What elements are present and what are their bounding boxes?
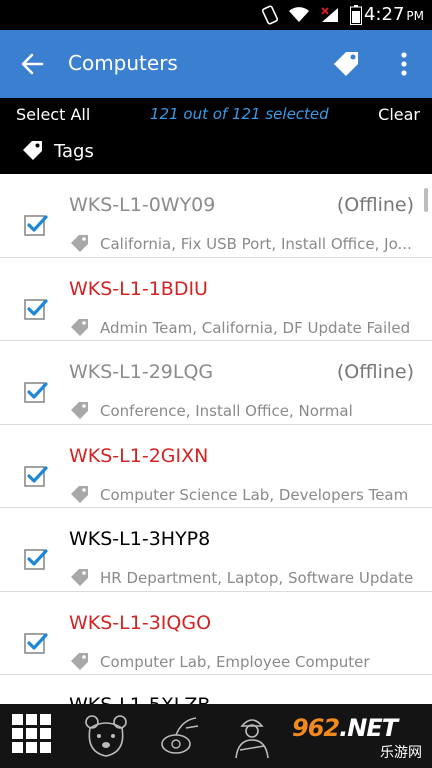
- computer-name: WKS-L1-29LQG: [69, 361, 214, 383]
- tag-icon: [334, 52, 358, 76]
- page-title: Computers: [68, 51, 178, 75]
- watermark-brand: 962.NET: [292, 714, 398, 742]
- watermark-brand-suffix: .NET: [339, 714, 398, 742]
- tag-list: Computer Science Lab, Developers Team: [100, 485, 409, 504]
- computer-tags: HR Department, Laptop, Software Update: [70, 568, 415, 588]
- checkbox-checked-icon: [24, 298, 48, 320]
- arrow-left-icon: [21, 53, 44, 75]
- row-checkbox[interactable]: [24, 632, 48, 656]
- selection-count: 121 out of 121 selected: [150, 105, 329, 123]
- rotate-phone-icon: [262, 5, 278, 25]
- tuba-icon: [161, 717, 199, 754]
- tag-icon: [23, 141, 42, 160]
- tag-list: California, Fix USB Port, Install Office…: [100, 235, 412, 253]
- clear-button[interactable]: Clear: [378, 105, 420, 124]
- partial-row-name: WKS-L1-5XLZB: [69, 694, 210, 704]
- tag-icon: [71, 318, 88, 336]
- computer-tags: Conference, Install Office, Normal: [70, 401, 415, 421]
- checkbox-checked-icon: [24, 632, 48, 654]
- nav-worker[interactable]: [228, 712, 276, 760]
- computer-tags: Computer Science Lab, Developers Team: [70, 485, 415, 505]
- tag-icon: [71, 569, 88, 586]
- computer-tags: Admin Team, California, DF Update Failed: [70, 318, 415, 338]
- worker-icon: [235, 719, 269, 759]
- clock-ampm: PM: [406, 9, 424, 23]
- grid-icon: [12, 714, 51, 753]
- computer-tags: Computer Lab, Employee Computer: [70, 652, 415, 672]
- computer-name: WKS-L1-0WY09: [69, 194, 216, 216]
- nav-bear[interactable]: [82, 712, 130, 760]
- tags-button[interactable]: Tags: [22, 140, 94, 162]
- checkbox-checked-icon: [24, 549, 48, 570]
- computer-name: WKS-L1-2GIXN: [69, 444, 209, 467]
- status-bar: 4:27 PM: [0, 0, 432, 30]
- list-item[interactable]: WKS-L1-3IQGO Computer Lab, Employee Comp…: [0, 592, 432, 675]
- back-button[interactable]: [16, 48, 52, 80]
- status-icons: [262, 5, 362, 25]
- signal-icon: [321, 7, 338, 22]
- tag-list: Computer Lab, Employee Computer: [100, 652, 370, 671]
- tag-icon: [71, 485, 88, 503]
- row-checkbox[interactable]: [24, 465, 48, 489]
- list-item[interactable]: WKS-L1-29LQG (Offline) Conference, Insta…: [0, 341, 432, 425]
- computer-status: (Offline): [336, 194, 414, 216]
- tag-list: HR Department, Laptop, Software Update: [100, 569, 414, 587]
- tag-icon: [71, 402, 88, 419]
- computer-status: (Offline): [336, 361, 414, 383]
- tags-label: Tags: [54, 140, 94, 162]
- list-item[interactable]: WKS-L1-1BDIU Admin Team, California, DF …: [0, 258, 432, 341]
- tag-list: Conference, Install Office, Normal: [100, 402, 353, 420]
- app-bar: Computers: [0, 30, 432, 98]
- watermark-logo: 962.NET 乐游网: [292, 714, 426, 762]
- computer-list[interactable]: WKS-L1-0WY09 (Offline) California, Fix U…: [0, 174, 432, 704]
- clock-time: 4:27: [363, 4, 405, 25]
- scrollbar-thumb[interactable]: [424, 188, 428, 212]
- computer-name: WKS-L1-3IQGO: [69, 611, 212, 634]
- checkbox-checked-icon: [24, 215, 48, 236]
- computer-tags: California, Fix USB Port, Install Office…: [70, 234, 415, 254]
- computer-name: WKS-L1-3HYP8: [69, 528, 211, 550]
- list-item[interactable]: WKS-L1-0WY09 (Offline) California, Fix U…: [0, 174, 432, 258]
- more-options-button[interactable]: [392, 48, 416, 80]
- bear-icon: [85, 715, 127, 757]
- more-vert-icon: [401, 52, 407, 76]
- clock: 4:27 PM: [364, 4, 424, 25]
- nav-instrument[interactable]: [156, 712, 204, 760]
- row-checkbox[interactable]: [24, 298, 48, 322]
- list-item[interactable]: WKS-L1-2GIXN Computer Science Lab, Devel…: [0, 425, 432, 508]
- checkbox-checked-icon: [24, 465, 48, 487]
- tag-icon: [71, 652, 88, 670]
- selection-bar: Select All 121 out of 121 selected Clear…: [0, 98, 432, 174]
- watermark-subtitle: 乐游网: [380, 745, 422, 761]
- wifi-icon: [289, 7, 309, 22]
- tag-icon: [71, 235, 88, 252]
- row-checkbox[interactable]: [24, 548, 48, 572]
- list-item[interactable]: WKS-L1-3HYP8 HR Department, Laptop, Soft…: [0, 508, 432, 592]
- computer-name: WKS-L1-1BDIU: [69, 277, 208, 300]
- watermark-brand-number: 962: [292, 714, 340, 742]
- tag-list: Admin Team, California, DF Update Failed: [100, 318, 411, 337]
- select-all-button[interactable]: Select All: [16, 105, 90, 124]
- bottom-navigation: 962.NET 乐游网: [0, 704, 432, 768]
- checkbox-checked-icon: [24, 382, 48, 403]
- tag-button[interactable]: [330, 48, 362, 80]
- battery-icon: [350, 5, 362, 25]
- row-checkbox[interactable]: [24, 214, 48, 238]
- row-checkbox[interactable]: [24, 381, 48, 405]
- nav-apps[interactable]: [10, 712, 58, 760]
